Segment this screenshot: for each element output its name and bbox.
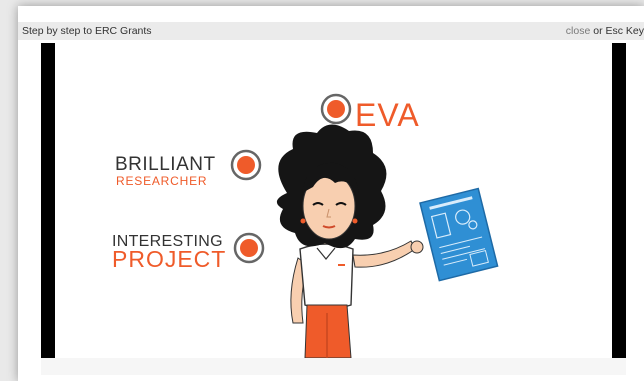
video-frame-content: EVA BRILLIANT RESEARCHER INTERESTING PRO…	[55, 43, 612, 358]
researcher-label: RESEARCHER	[116, 174, 208, 188]
close-link[interactable]: close	[566, 25, 591, 37]
bullet-circle-icon	[320, 93, 352, 125]
lightbox-titlebar: Step by step to ERC Grants close or Esc …	[18, 22, 644, 40]
close-hint: close or Esc Key	[566, 25, 644, 37]
bullet-circle-icon	[230, 149, 262, 181]
lightbox-title: Step by step to ERC Grants	[22, 25, 152, 37]
character-illustration	[276, 124, 416, 358]
close-hint-suffix: or Esc Key	[590, 25, 644, 37]
bullet-circle-icon	[233, 232, 265, 264]
video-illustration	[230, 93, 499, 358]
eva-label: EVA	[355, 97, 420, 133]
project-label: PROJECT	[112, 246, 227, 272]
lightbox-footer	[41, 358, 626, 375]
video-player[interactable]: EVA BRILLIANT RESEARCHER INTERESTING PRO…	[41, 43, 626, 358]
brilliant-label: BRILLIANT	[115, 154, 216, 175]
blueprint-document-icon	[410, 187, 499, 282]
